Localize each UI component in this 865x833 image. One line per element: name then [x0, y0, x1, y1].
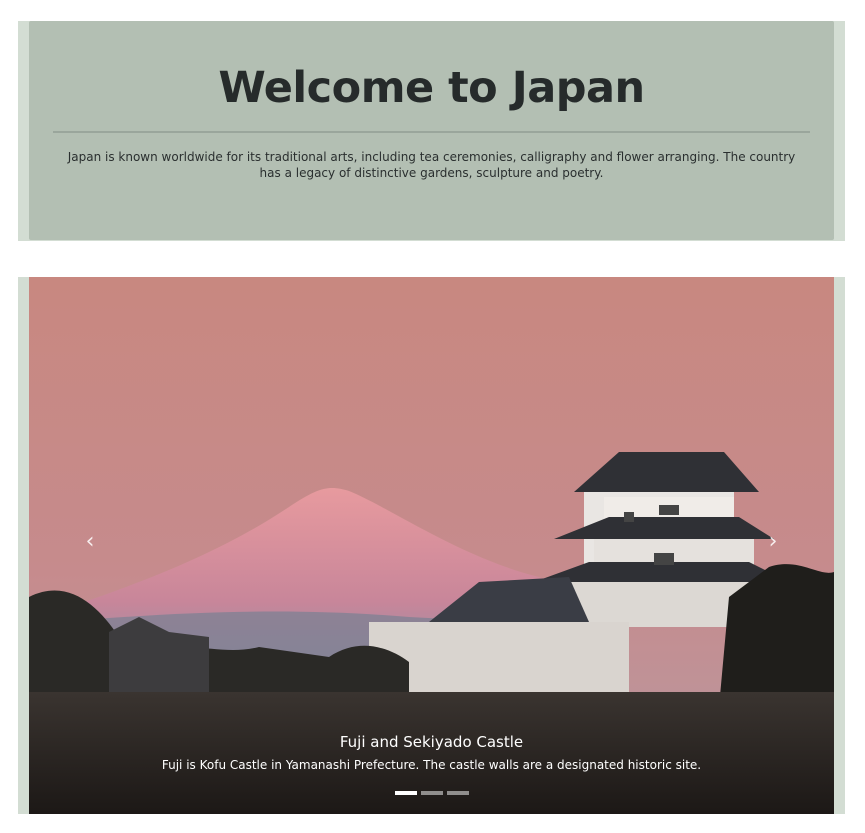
carousel-indicator-1[interactable] — [394, 791, 417, 795]
hero-divider — [53, 131, 810, 133]
carousel-indicator-2[interactable] — [420, 791, 443, 795]
page-title: Welcome to Japan — [218, 63, 645, 113]
carousel-prev-button[interactable]: ‹ — [75, 527, 105, 557]
slide-description: Fuji is Kofu Castle in Yamanashi Prefect… — [161, 758, 702, 772]
hero-jumbotron: Welcome to Japan Japan is known worldwid… — [29, 21, 834, 240]
hero-lead-text: Japan is known worldwide for its traditi… — [67, 150, 796, 180]
slide-caption: Fuji and Sekiyado Castle Fuji is Kofu Ca… — [29, 731, 834, 773]
chevron-right-icon: › — [768, 529, 778, 554]
slide-title: Fuji and Sekiyado Castle — [339, 733, 524, 751]
carousel-next-button[interactable]: › — [758, 527, 788, 557]
carousel-indicators — [29, 791, 834, 795]
image-carousel[interactable]: ‹ › Fuji and Sekiyado Castle Fuji is Kof… — [29, 277, 834, 814]
chevron-left-icon: ‹ — [85, 529, 95, 554]
carousel-indicator-3[interactable] — [446, 791, 469, 795]
